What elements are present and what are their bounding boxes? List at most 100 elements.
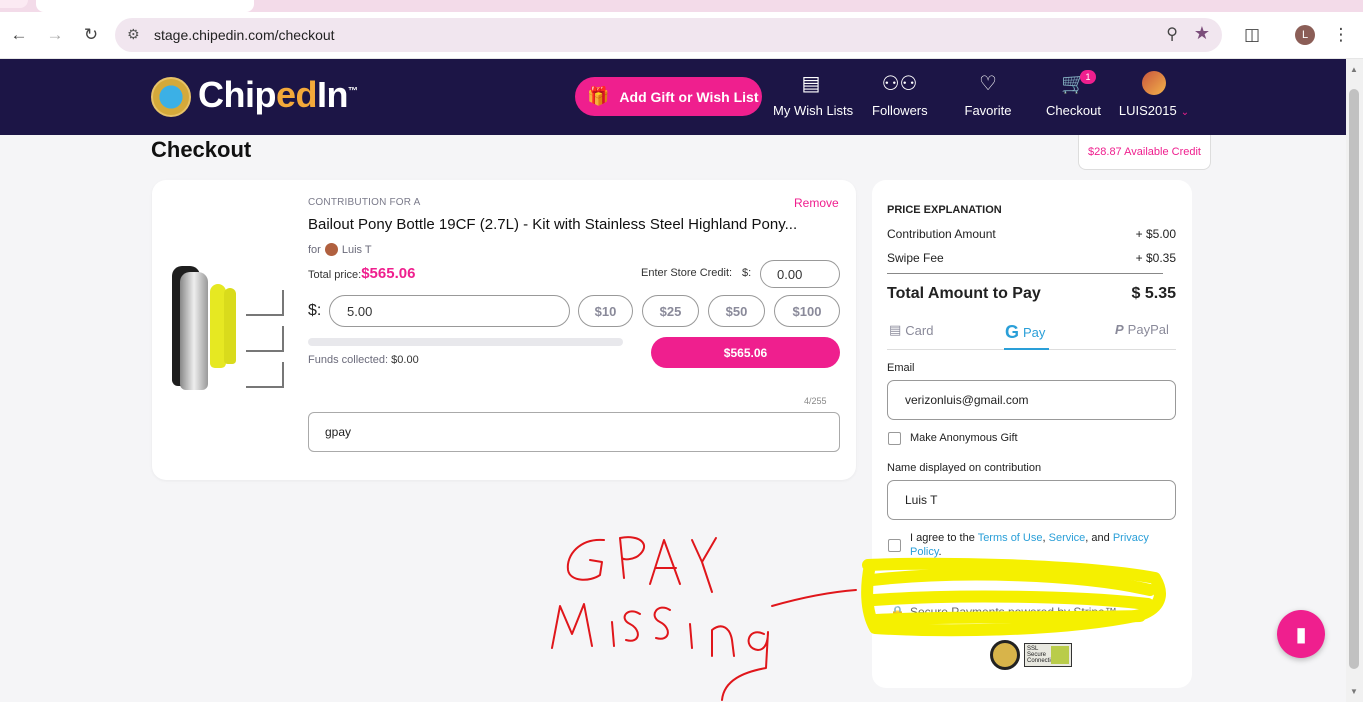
chipedin-logo-text[interactable]: ChipedIn™ [198,74,358,116]
nav-label: LUIS2015 [1118,103,1177,118]
nav-my-wish-lists[interactable]: ▤ My Wish Lists [773,71,854,118]
preset-100-button[interactable]: $100 [774,295,840,327]
price-row-value: + $5.00 [1135,227,1176,241]
pay-full-price-button[interactable]: $565.06 [651,337,840,368]
anonymous-gift-label[interactable]: Make Anonymous Gift [910,432,1018,444]
zoom-icon[interactable]: ⚲ [1166,24,1178,44]
secure-payments-note: 🔒 Secure Payments powered by Stripe™ [890,605,1117,619]
product-image[interactable] [160,260,290,400]
followers-icon: ⚇⚇ [881,73,918,95]
site-settings-icon[interactable]: ⚙ [127,26,140,43]
address-url[interactable]: stage.chipedin.com/checkout [154,27,335,43]
scroll-up-icon[interactable]: ▲ [1350,65,1358,74]
scroll-down-icon[interactable]: ▼ [1350,687,1358,696]
email-label: Email [887,362,915,374]
page-title: Checkout [151,137,252,162]
funds-label: Funds collected: [308,354,389,366]
wishlist-icon: ▤ [801,73,821,95]
email-field[interactable]: verizonluis@gmail.com [887,380,1176,420]
tab-paypal[interactable]: P PayPal [1115,322,1169,337]
preset-25-button[interactable]: $25 [642,295,699,327]
chat-button[interactable]: ▮ [1277,610,1325,658]
heart-icon: ♡ [979,73,997,95]
forward-icon[interactable]: → [43,23,67,47]
product-thumbnail[interactable] [246,290,284,316]
profile-avatar[interactable]: L [1295,25,1315,45]
page-scrollbar[interactable]: ▲ ▼ [1346,59,1363,702]
extensions-icon[interactable]: ◫ [1240,23,1264,47]
terms-separator: , and [1085,532,1110,544]
chipedin-logo-icon[interactable] [151,77,191,117]
add-gift-label: Add Gift or Wish List [619,88,759,105]
chevron-down-icon: ⌄ [1180,107,1190,118]
ssl-seal-icon: SSL Secure Connection [1024,643,1072,667]
recipient-line: for Luis T [308,243,372,256]
store-credit-label: Enter Store Credit: [641,267,733,279]
paypal-icon: P [1115,322,1124,337]
total-price-label: Total price: [308,269,362,281]
card-icon: ▤ [889,322,902,337]
browser-tab-previous[interactable] [0,0,28,8]
total-amount-label: Total Amount to Pay [887,285,1041,302]
tab-card[interactable]: ▤ Card [889,322,933,338]
ssl-seal-text: SSL Secure Connection [1027,646,1058,664]
nav-checkout[interactable]: 🛒 1 Checkout [1046,70,1101,118]
tab-label: PayPal [1127,322,1169,337]
store-credit-input[interactable]: 0.00 [760,260,840,288]
price-explanation-title: PRICE EXPLANATION [887,204,1002,216]
message-input[interactable]: gpay [308,412,840,452]
nav-label: My Wish Lists [773,103,854,118]
nav-favorite[interactable]: ♡ Favorite [963,71,1013,118]
browser-tab-active[interactable] [36,0,254,12]
preset-10-button[interactable]: $10 [578,295,633,327]
payment-card: PRICE EXPLANATION Contribution Amount + $… [872,180,1192,688]
nav-label: Checkout [1046,103,1101,118]
recipient-name[interactable]: Luis T [342,244,372,256]
product-thumbnail[interactable] [246,362,284,388]
contribution-amount-input[interactable]: 5.00 [329,295,570,327]
back-icon[interactable]: ← [7,23,31,47]
display-name-label: Name displayed on contribution [887,462,1042,474]
divider [887,273,1163,274]
terms-checkbox[interactable] [888,539,901,552]
amount-currency: $: [308,302,322,319]
browser-menu-icon[interactable]: ⋮ [1329,23,1353,47]
available-credit-badge[interactable]: $28.87 Available Credit [1078,135,1211,170]
active-tab-indicator [1004,348,1049,350]
anonymous-gift-checkbox[interactable] [888,432,901,445]
price-row-label: Contribution Amount [887,227,996,241]
display-name-field[interactable]: Luis T [887,480,1176,520]
browser-toolbar: ← → ↻ ⚙ stage.chipedin.com/checkout ⚲ ★ … [0,12,1363,59]
address-bar[interactable]: ⚙ stage.chipedin.com/checkout ⚲ ★ [115,18,1222,52]
terms-of-use-link[interactable]: Terms of Use [978,532,1043,544]
product-thumbnail[interactable] [246,326,284,352]
service-link[interactable]: Service [1049,532,1086,544]
product-title[interactable]: Bailout Pony Bottle 19CF (2.7L) - Kit wi… [308,216,797,233]
add-gift-button[interactable]: 🎁 Add Gift or Wish List [575,77,762,116]
google-g-icon: G [1005,322,1020,342]
reload-icon[interactable]: ↻ [79,23,103,47]
site-header: ChipedIn™ 🎁 Add Gift or Wish List ▤ My W… [0,59,1346,135]
remove-link[interactable]: Remove [794,196,839,210]
total-price-value: $565.06 [361,265,416,282]
tab-google-pay[interactable]: G Pay [1005,322,1045,343]
security-seal-icon [990,640,1020,670]
cart-count-badge: 1 [1080,70,1096,84]
terms-prefix: I agree to the [910,532,975,544]
scrollbar-thumb[interactable] [1349,89,1359,669]
terms-end: . [938,546,942,558]
message-char-count: 4/255 [804,396,827,406]
recipient-avatar [324,243,338,256]
store-credit-currency: $: [742,267,752,279]
chat-icon: ▮ [1295,623,1307,646]
nav-label: Favorite [964,103,1012,118]
user-avatar [1142,71,1166,95]
total-amount-value: $ 5.35 [1131,285,1176,302]
browser-tabstrip [0,0,1363,12]
bookmark-star-icon[interactable]: ★ [1194,23,1210,44]
nav-followers[interactable]: ⚇⚇ Followers [872,71,928,118]
payment-method-tabs: ▤ Card G Pay P PayPal [887,320,1176,350]
preset-50-button[interactable]: $50 [708,295,765,327]
nav-user-menu[interactable]: LUIS2015 ⌄ [1118,71,1190,118]
terms-separator: , [1042,532,1046,544]
